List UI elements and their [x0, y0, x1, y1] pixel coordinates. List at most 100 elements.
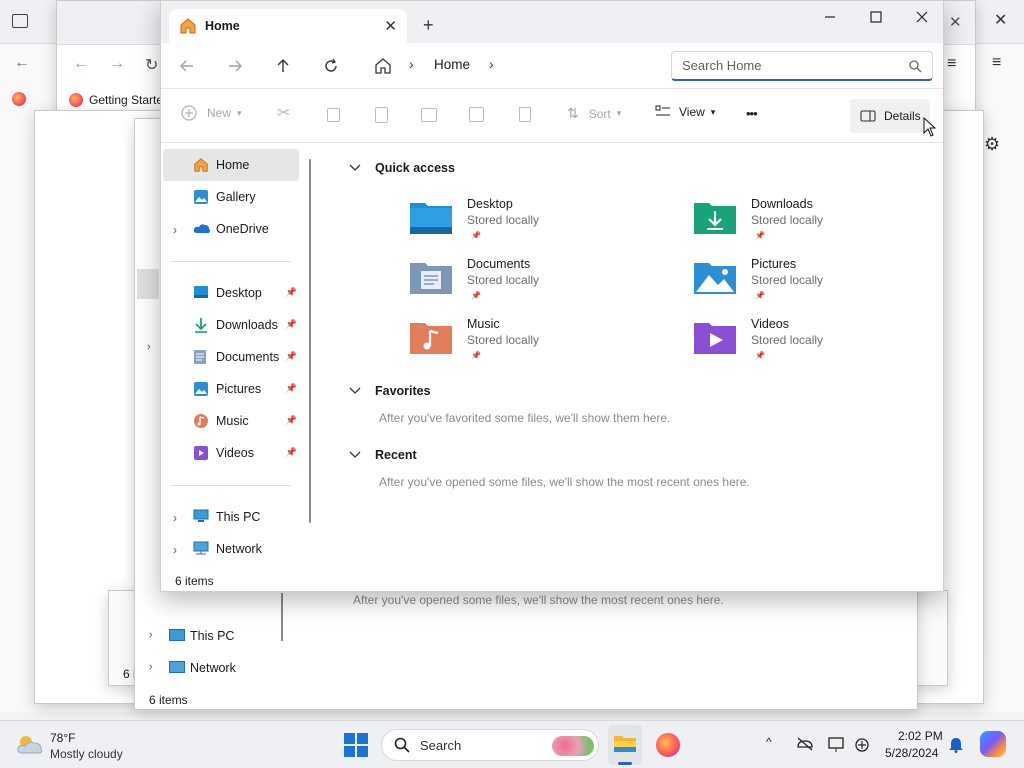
copilot-icon: [980, 731, 1006, 757]
background-network-label[interactable]: Network: [190, 661, 236, 675]
details-button[interactable]: Details: [850, 99, 930, 133]
network-disconnected-icon[interactable]: [796, 737, 814, 751]
background-expand-network[interactable]: ›: [149, 661, 153, 673]
maximize-button[interactable]: [853, 1, 899, 33]
taskbar-search-box[interactable]: Search: [381, 729, 599, 761]
breadcrumb-home-button[interactable]: [369, 53, 397, 79]
close-window-button[interactable]: [899, 1, 943, 33]
firefox-close-icon[interactable]: ✕: [949, 13, 962, 31]
delete-icon[interactable]: [519, 107, 531, 122]
quick-access-name: Pictures: [751, 257, 797, 271]
sort-button[interactable]: ⇅ Sort ▾: [567, 105, 621, 122]
breadcrumb-home[interactable]: Home: [434, 57, 470, 72]
pin-icon[interactable]: 📌: [286, 383, 297, 394]
chevron-right-icon[interactable]: ›: [173, 543, 177, 557]
sidebar-item-label: Network: [216, 542, 262, 556]
pin-icon[interactable]: 📌: [286, 287, 297, 298]
close-tab-icon[interactable]: ✕: [384, 17, 397, 35]
chevron-right-icon[interactable]: ›: [409, 56, 414, 72]
section-title: Recent: [375, 448, 417, 462]
view-button[interactable]: View ▾: [655, 105, 715, 119]
firefox-icon: [656, 733, 680, 757]
accessibility-icon[interactable]: [854, 737, 870, 753]
sidebar-item-onedrive[interactable]: › OneDrive: [163, 213, 299, 245]
back-arrow-icon[interactable]: ←: [14, 54, 30, 72]
minimize-button[interactable]: [807, 1, 853, 33]
notification-bell-icon[interactable]: [948, 737, 964, 753]
new-button[interactable]: New ▾: [181, 105, 242, 121]
sidebar-divider: [171, 485, 291, 486]
search-icon[interactable]: [909, 60, 922, 73]
chevron-right-icon[interactable]: ›: [489, 56, 494, 72]
chevron-right-icon[interactable]: ›: [173, 511, 177, 525]
videos-icon: [194, 446, 208, 460]
firefox-menu-icon[interactable]: ≡: [947, 55, 956, 73]
back-button[interactable]: [173, 53, 201, 79]
sidebar-item-downloads[interactable]: Downloads 📌: [163, 309, 299, 341]
background-this-pc-label[interactable]: This PC: [190, 629, 234, 643]
weather-widget[interactable]: 78°F Mostly cloudy: [16, 729, 146, 763]
clock-time[interactable]: 2:02 PM: [898, 729, 943, 743]
chevron-right-icon[interactable]: ›: [173, 223, 177, 237]
display-icon[interactable]: [828, 737, 846, 753]
sidebar-item-gallery[interactable]: Gallery: [163, 181, 299, 213]
quick-access-item-desktop[interactable]: Desktop Stored locally 📌: [409, 197, 609, 245]
search-input[interactable]: [672, 52, 902, 79]
close-window-icon[interactable]: ✕: [994, 10, 1007, 30]
paste-icon[interactable]: [375, 107, 388, 123]
quick-access-item-documents[interactable]: Documents Stored locally 📌: [409, 257, 609, 305]
rename-icon[interactable]: [421, 108, 437, 122]
new-tab-icon[interactable]: +: [423, 15, 434, 36]
sidebar-scrollbar[interactable]: [309, 159, 311, 523]
firefox-reload-icon[interactable]: ↻: [145, 55, 158, 75]
forward-button[interactable]: [221, 53, 249, 79]
clock-date[interactable]: 5/28/2024: [885, 746, 938, 760]
firefox-bookmark-label[interactable]: Getting Starte: [89, 93, 163, 107]
sidebar-item-documents[interactable]: Documents 📌: [163, 341, 299, 373]
sidebar-item-videos[interactable]: Videos 📌: [163, 437, 299, 469]
firefox-taskbar-button[interactable]: [656, 733, 680, 757]
firefox-back-icon[interactable]: ←: [73, 55, 89, 73]
tab-list-icon[interactable]: [12, 14, 28, 28]
pin-icon[interactable]: 📌: [286, 415, 297, 426]
pin-icon[interactable]: 📌: [286, 351, 297, 362]
menu-icon[interactable]: ≡: [992, 54, 1001, 72]
file-explorer-taskbar-button[interactable]: [608, 725, 642, 765]
share-icon[interactable]: [469, 107, 484, 122]
sidebar-item-home[interactable]: Home: [163, 149, 299, 181]
copilot-button[interactable]: [980, 731, 1006, 757]
copy-icon[interactable]: [327, 108, 340, 122]
pin-icon[interactable]: 📌: [286, 319, 297, 330]
start-button[interactable]: [344, 733, 368, 757]
cut-icon[interactable]: ✂: [277, 103, 290, 123]
sidebar-item-this-pc[interactable]: › This PC: [163, 501, 299, 533]
up-button[interactable]: [269, 53, 297, 79]
favorites-empty-message: After you've favorited some files, we'll…: [379, 411, 671, 425]
quick-access-item-pictures[interactable]: Pictures Stored locally 📌: [693, 257, 893, 305]
sidebar-item-pictures[interactable]: Pictures 📌: [163, 373, 299, 405]
quick-access-item-music[interactable]: Music Stored locally 📌: [409, 317, 609, 365]
tab-home[interactable]: Home ✕: [169, 9, 407, 43]
favorites-header[interactable]: Favorites: [349, 384, 431, 398]
refresh-button[interactable]: [317, 53, 345, 79]
firefox-forward-icon[interactable]: →: [109, 55, 125, 73]
plus-circle-icon: [181, 105, 197, 121]
search-box[interactable]: [671, 51, 933, 81]
quick-access-name: Music: [467, 317, 500, 331]
show-hidden-icons-chevron-up-icon[interactable]: ^: [766, 735, 772, 749]
settings-gear-icon[interactable]: ⚙: [984, 134, 1000, 155]
recent-header[interactable]: Recent: [349, 448, 417, 462]
pin-icon[interactable]: 📌: [286, 447, 297, 458]
title-bar: Home ✕ +: [161, 1, 943, 43]
sidebar-item-network[interactable]: › Network: [163, 533, 299, 565]
quick-access-item-downloads[interactable]: Downloads Stored locally 📌: [693, 197, 893, 245]
quick-access-header[interactable]: Quick access: [349, 161, 455, 175]
more-options-icon[interactable]: •••: [746, 106, 758, 121]
background-scrollbar[interactable]: [281, 593, 283, 641]
background-chevron-icon[interactable]: ›: [147, 341, 151, 353]
sidebar-item-label: Pictures: [216, 382, 262, 396]
quick-access-item-videos[interactable]: Videos Stored locally 📌: [693, 317, 893, 365]
sidebar-item-music[interactable]: Music 📌: [163, 405, 299, 437]
background-expand-this-pc[interactable]: ›: [149, 629, 153, 641]
sidebar-item-desktop[interactable]: Desktop 📌: [163, 277, 299, 309]
